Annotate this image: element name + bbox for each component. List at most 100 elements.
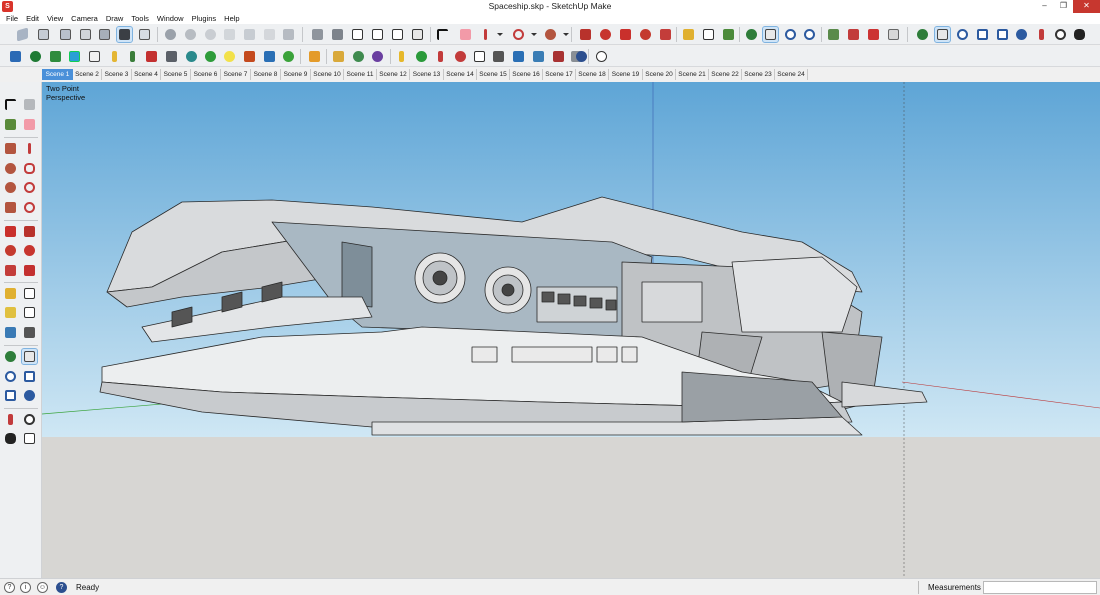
solid-tools-icon[interactable]	[164, 49, 179, 64]
orbit-tool-icon[interactable]	[915, 27, 930, 42]
tab-scene-7[interactable]: Scene 7	[221, 69, 251, 80]
tab-scene-3[interactable]: Scene 3	[102, 69, 132, 80]
follow-me-icon[interactable]	[598, 27, 613, 42]
section-left-icon[interactable]	[22, 431, 37, 446]
dimension-icon[interactable]	[22, 286, 37, 301]
circle-icon[interactable]	[543, 27, 558, 42]
tab-scene-4[interactable]: Scene 4	[132, 69, 161, 80]
tab-scene-14[interactable]: Scene 14	[444, 69, 477, 80]
3d-text-icon[interactable]	[22, 325, 37, 340]
xray-style-icon[interactable]	[137, 27, 152, 42]
rotate-tool-icon[interactable]	[3, 243, 18, 258]
zoom-extents-tool-icon[interactable]	[995, 27, 1010, 42]
plugin-info-icon[interactable]	[370, 49, 385, 64]
walk-left-icon[interactable]	[3, 431, 18, 446]
arc-icon[interactable]	[511, 27, 526, 42]
minimize-button[interactable]: –	[1035, 0, 1054, 13]
tab-scene-16[interactable]: Scene 16	[510, 69, 543, 80]
plugin-globe-icon[interactable]	[351, 49, 366, 64]
user-account-icon[interactable]: ☺	[37, 582, 48, 593]
get-models-icon[interactable]	[866, 27, 881, 42]
hidden-line-style-icon[interactable]	[183, 27, 198, 42]
tab-scene-5[interactable]: Scene 5	[161, 69, 191, 80]
line-icon[interactable]	[22, 141, 37, 156]
info-icon[interactable]	[594, 49, 609, 64]
home-icon[interactable]	[350, 27, 365, 42]
make-component-icon[interactable]	[22, 97, 37, 112]
tab-scene-19[interactable]: Scene 19	[609, 69, 643, 80]
erase-icon[interactable]	[22, 117, 37, 132]
tab-scene-23[interactable]: Scene 23	[742, 69, 775, 80]
plugin-folder-icon[interactable]	[331, 49, 346, 64]
tab-scene-6[interactable]: Scene 6	[191, 69, 221, 80]
fog-icon[interactable]	[281, 27, 296, 42]
components-icon[interactable]	[370, 27, 385, 42]
push-pull-tool-icon[interactable]	[22, 224, 37, 239]
select-icon[interactable]	[3, 97, 18, 112]
protractor-icon[interactable]	[3, 305, 18, 320]
smoove-icon[interactable]	[48, 49, 63, 64]
tab-scene-8[interactable]: Scene 8	[251, 69, 281, 80]
tab-scene-15[interactable]: Scene 15	[477, 69, 510, 80]
select-arrow-icon[interactable]	[435, 27, 450, 42]
menu-help[interactable]: Help	[220, 13, 243, 24]
axes-icon[interactable]	[3, 325, 18, 340]
menu-draw[interactable]: Draw	[102, 13, 128, 24]
zoom-extents-left-icon[interactable]	[3, 388, 18, 403]
tab-scene-2[interactable]: Scene 2	[73, 69, 102, 80]
zoom-left-icon[interactable]	[3, 369, 18, 384]
zoom-icon[interactable]	[783, 27, 798, 42]
stamp-icon[interactable]	[67, 49, 82, 64]
position-camera-icon[interactable]	[1034, 27, 1049, 42]
plugin-ladder-icon[interactable]	[491, 49, 506, 64]
model-scene[interactable]	[42, 82, 1100, 578]
look-around-icon[interactable]	[1053, 27, 1068, 42]
right-view-icon[interactable]	[78, 27, 93, 42]
plugin-color-icon[interactable]	[414, 49, 429, 64]
zoom-window-left-icon[interactable]	[22, 369, 37, 384]
plugin-waves-icon[interactable]	[511, 49, 526, 64]
plugin-record-icon[interactable]	[453, 49, 468, 64]
menu-camera[interactable]: Camera	[67, 13, 102, 24]
top-view-icon[interactable]	[36, 27, 51, 42]
menu-file[interactable]: File	[2, 13, 22, 24]
arc-tool-icon[interactable]	[22, 180, 37, 195]
warehouse-icon[interactable]	[310, 27, 325, 42]
left-view-icon[interactable]	[116, 26, 133, 43]
sandbox-from-scratch-icon[interactable]	[28, 49, 43, 64]
position-camera-left-icon[interactable]	[3, 412, 18, 427]
share-component-icon[interactable]	[390, 27, 405, 42]
sandbox-from-contours-icon[interactable]	[8, 49, 23, 64]
pan-hand-icon[interactable]	[762, 26, 779, 43]
rectangle-icon[interactable]	[3, 141, 18, 156]
union-icon[interactable]	[222, 49, 237, 64]
tab-scene-17[interactable]: Scene 17	[543, 69, 576, 80]
plugin-dropper-icon[interactable]	[433, 49, 448, 64]
circle-tool-icon[interactable]	[3, 161, 18, 176]
menu-window[interactable]: Window	[153, 13, 188, 24]
intersect-icon[interactable]	[203, 49, 218, 64]
scale-tool-icon[interactable]	[3, 263, 18, 278]
tape-measure-icon[interactable]	[681, 27, 696, 42]
eraser-icon[interactable]	[458, 27, 473, 42]
monochrome-style-icon[interactable]	[242, 27, 257, 42]
tab-scene-9[interactable]: Scene 9	[281, 69, 311, 80]
shadows-icon[interactable]	[262, 27, 277, 42]
freehand-icon[interactable]	[22, 161, 37, 176]
share-model-icon[interactable]	[330, 27, 345, 42]
polygon-icon[interactable]	[3, 180, 18, 195]
scale-icon[interactable]	[658, 27, 673, 42]
tape-tool-icon[interactable]	[3, 286, 18, 301]
add-detail-icon[interactable]	[107, 49, 122, 64]
tab-scene-20[interactable]: Scene 20	[643, 69, 676, 80]
menu-plugins[interactable]: Plugins	[188, 13, 221, 24]
walk-icon[interactable]	[1072, 27, 1087, 42]
menu-tools[interactable]: Tools	[127, 13, 153, 24]
georeference-icon[interactable]: ?	[4, 582, 15, 593]
tab-scene-24[interactable]: Scene 24	[775, 69, 808, 80]
tab-scene-21[interactable]: Scene 21	[676, 69, 709, 80]
plugin-stack-icon[interactable]	[531, 49, 546, 64]
photo-texture-icon[interactable]	[886, 27, 901, 42]
add-location-icon[interactable]	[826, 27, 841, 42]
rotate-icon[interactable]	[638, 27, 653, 42]
